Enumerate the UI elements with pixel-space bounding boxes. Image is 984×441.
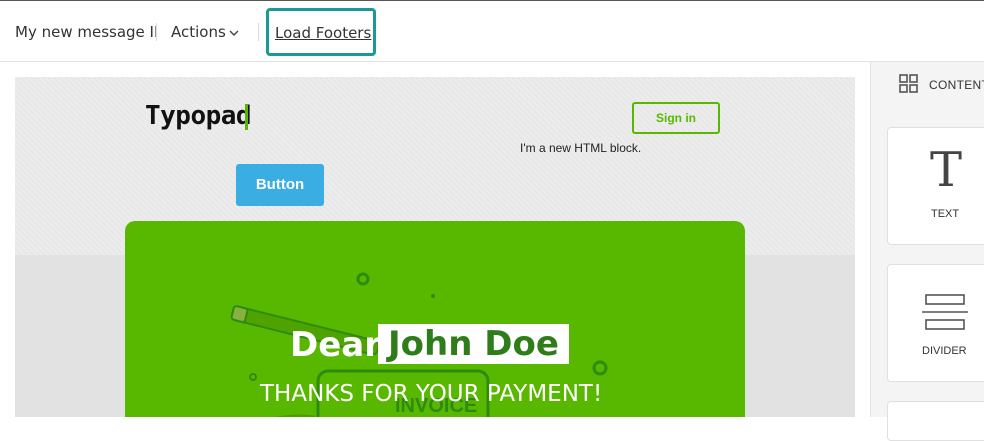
content-header-label[interactable]: CONTENT: [929, 78, 984, 92]
actions-dropdown[interactable]: Actions: [171, 1, 246, 63]
divider-tile-label: DIVIDER: [922, 345, 967, 357]
text-tile-label: TEXT: [931, 208, 960, 220]
next-block-tile[interactable]: [887, 401, 984, 441]
divider-icon: [922, 294, 968, 330]
top-toolbar: My new message II Actions Load Footers: [0, 0, 984, 62]
html-block[interactable]: I'm a new HTML block.: [520, 141, 641, 155]
load-footers-label: Load Footers: [275, 24, 372, 42]
email-button[interactable]: Button: [236, 164, 324, 206]
logo-text: Typopad: [145, 101, 252, 131]
message-title[interactable]: My new message II: [15, 23, 158, 41]
greeting-text: Dear: [290, 325, 381, 365]
recipient-name[interactable]: John Doe: [378, 324, 569, 364]
divider-block-tile[interactable]: DIVIDER: [887, 264, 984, 382]
text-icon: T: [930, 142, 963, 198]
email-canvas[interactable]: Typopad Sign in I'm a new HTML block. Bu…: [15, 77, 855, 417]
logo-accent: [245, 104, 248, 130]
actions-label: Actions: [171, 23, 226, 41]
text-block-tile[interactable]: T TEXT: [887, 127, 984, 245]
load-footers-button[interactable]: Load Footers: [266, 8, 376, 56]
thanks-message: THANKS FOR YOUR PAYMENT!: [260, 381, 603, 407]
hero-banner[interactable]: INVOICE Dear John Doe , THANKS FOR YOUR …: [125, 221, 745, 417]
sign-in-button[interactable]: Sign in: [632, 102, 720, 134]
chevron-down-icon: [229, 30, 239, 36]
toolbar-divider: [156, 23, 157, 41]
content-panel: CONTENT T TEXT DIVIDER: [870, 62, 984, 441]
toolbar-divider: [258, 23, 259, 41]
greeting-comma: ,: [559, 325, 572, 365]
grid-icon: [899, 74, 918, 93]
